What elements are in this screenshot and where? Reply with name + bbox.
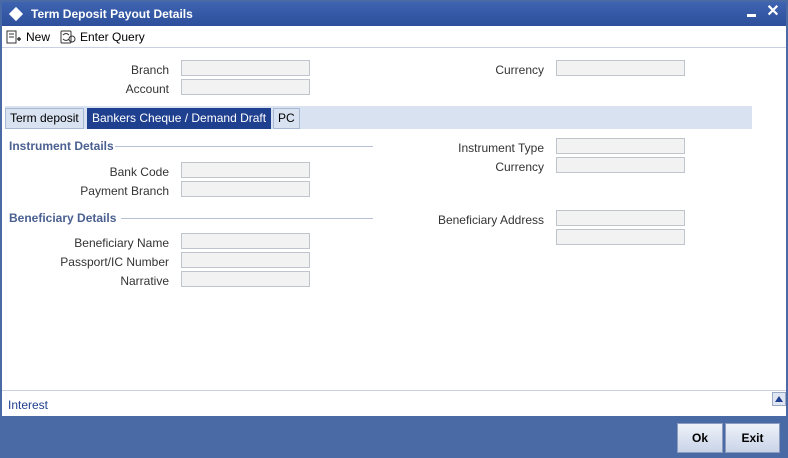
tab-term-deposit[interactable]: Term deposit [5, 108, 84, 129]
branch-label: Branch [130, 63, 169, 77]
beneficiary-name-label: Beneficiary Name [74, 236, 169, 250]
instrument-currency-label: Currency [495, 160, 544, 174]
window: Term Deposit Payout Details ✕ New Enter … [0, 0, 788, 458]
window-title: Term Deposit Payout Details [31, 7, 193, 21]
payment-branch-label: Payment Branch [80, 184, 169, 198]
interest-link[interactable]: Interest [8, 398, 48, 412]
close-icon[interactable]: ✕ [766, 4, 780, 20]
enter-query-button[interactable]: Enter Query [60, 29, 152, 45]
beneficiary-address-line2[interactable] [556, 229, 685, 245]
bank-code-field[interactable] [181, 162, 310, 178]
bank-code-label: Bank Code [109, 165, 169, 179]
branch-field[interactable] [181, 60, 310, 76]
new-doc-icon [6, 30, 21, 44]
beneficiary-address-label: Beneficiary Address [437, 213, 544, 227]
footer: Ok Exit [2, 416, 786, 458]
narrative-label: Narrative [120, 274, 169, 288]
passport-field[interactable] [181, 252, 310, 268]
passport-label: Passport/IC Number [60, 255, 169, 269]
diamond-icon [8, 6, 24, 22]
new-label: New [26, 30, 51, 44]
tab-bankers-cheque[interactable]: Bankers Cheque / Demand Draft [87, 108, 272, 129]
instrument-type-field[interactable] [556, 138, 685, 154]
currency-field[interactable] [556, 60, 685, 76]
payment-branch-field[interactable] [181, 181, 310, 197]
new-button[interactable]: New [6, 29, 54, 45]
divider [121, 218, 373, 219]
exit-button[interactable]: Exit [725, 423, 780, 453]
instrument-type-label: Instrument Type [458, 141, 544, 155]
account-field[interactable] [181, 79, 310, 95]
bottom-bar: Interest [2, 390, 786, 416]
beneficiary-address-line1[interactable] [556, 210, 685, 226]
tab-strip: Term deposit Bankers Cheque / Demand Dra… [5, 106, 752, 129]
toolbar: New Enter Query [2, 26, 786, 48]
query-icon [60, 30, 76, 44]
beneficiary-name-field[interactable] [181, 233, 310, 249]
account-label: Account [125, 82, 169, 96]
tab-pc[interactable]: PC [273, 108, 300, 129]
narrative-field[interactable] [181, 271, 310, 287]
title-bar: Term Deposit Payout Details ✕ [2, 2, 786, 26]
divider [115, 146, 373, 147]
minimize-icon[interactable] [747, 14, 756, 17]
enter-query-label: Enter Query [80, 30, 145, 44]
instrument-details-title: Instrument Details [9, 139, 114, 153]
ok-button[interactable]: Ok [677, 423, 723, 453]
currency-label: Currency [495, 63, 544, 77]
beneficiary-details-title: Beneficiary Details [9, 211, 117, 225]
scroll-up-icon[interactable] [772, 392, 786, 406]
instrument-currency-field[interactable] [556, 157, 685, 173]
